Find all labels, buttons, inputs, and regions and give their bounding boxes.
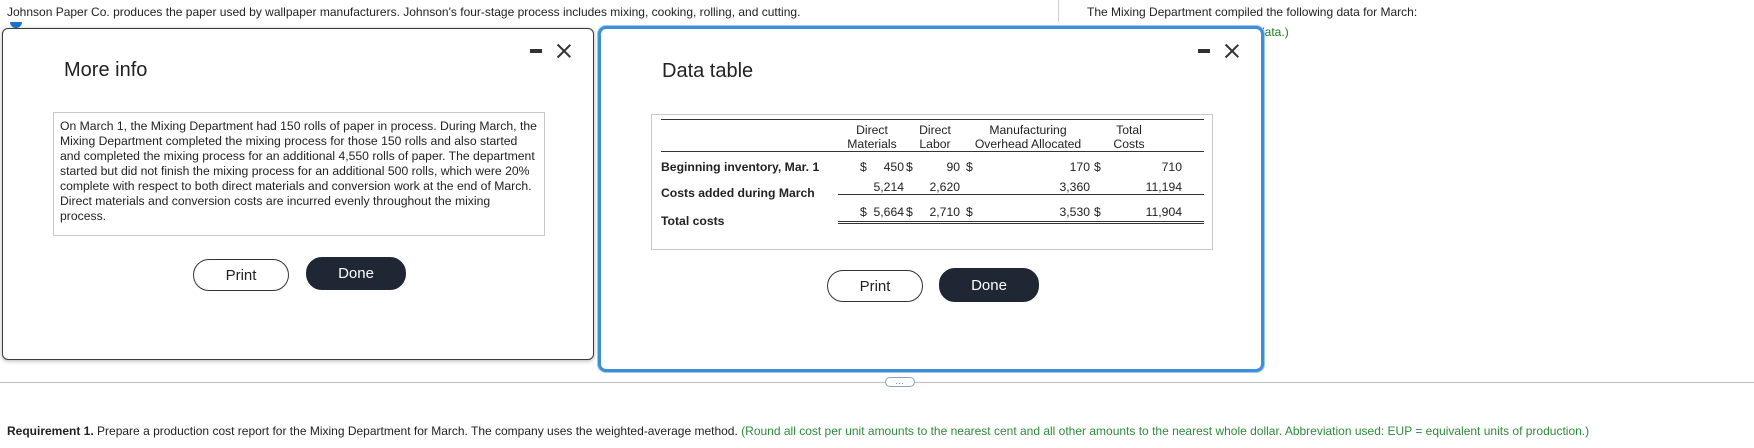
row1-moh-value: 170 xyxy=(1069,160,1090,174)
row2-dl-value: 2,620 xyxy=(929,180,961,194)
row-label-total-costs: Total costs xyxy=(661,214,725,228)
done-button[interactable]: Done xyxy=(939,268,1039,302)
print-button[interactable]: Print xyxy=(193,259,289,291)
subtotal-rule xyxy=(838,194,1204,195)
requirement-note: (Round all cost per unit amounts to the … xyxy=(741,424,1590,438)
expand-handle[interactable]: … xyxy=(885,377,915,387)
header-direct-materials-line1: Direct xyxy=(856,123,888,137)
row3-moh-value: 3,530 xyxy=(1059,205,1091,219)
data-table-window-controls xyxy=(1198,43,1240,59)
total-rule-1 xyxy=(838,221,1204,222)
more-info-window-controls xyxy=(530,43,572,59)
row3-dl-value: 2,710 xyxy=(929,205,961,219)
done-button[interactable]: Done xyxy=(306,257,406,290)
header-total-costs-line1: Total xyxy=(1116,123,1142,137)
header-total-costs-line2: Costs xyxy=(1113,137,1145,151)
row1-moh-symbol: $ xyxy=(966,160,973,174)
row1-tc-symbol: $ xyxy=(1094,160,1101,174)
column-divider xyxy=(1058,0,1059,22)
more-info-title: More info xyxy=(64,59,148,81)
row2-tc-value: 11,194 xyxy=(1145,180,1182,194)
row1-tc-value: 710 xyxy=(1161,160,1182,174)
header-direct-labor-line2: Labor xyxy=(919,137,951,151)
row1-dl-value: 90 xyxy=(946,160,960,174)
more-info-body: On March 1, the Mixing Department had 15… xyxy=(53,112,545,236)
row3-dm-value: 5,664 xyxy=(873,205,905,219)
minimize-icon[interactable] xyxy=(1198,49,1210,53)
row3-tc-value: 11,904 xyxy=(1145,205,1182,219)
print-button[interactable]: Print xyxy=(827,270,923,302)
problem-intro: Johnson Paper Co. produces the paper use… xyxy=(7,5,801,19)
requirement-label: Requirement 1. xyxy=(7,424,94,438)
table-top-rule xyxy=(661,119,1204,120)
close-icon[interactable] xyxy=(1224,43,1240,59)
row1-dm-value: 450 xyxy=(883,160,904,174)
requirement-body: Prepare a production cost report for the… xyxy=(93,424,742,438)
header-moh-line1: Manufacturing xyxy=(989,123,1067,137)
header-moh-line2: Overhead Allocated xyxy=(974,137,1082,151)
total-rule-2 xyxy=(838,223,1204,224)
data-table-dialog: Data table Direct Materials Direct Labor… xyxy=(598,26,1264,372)
row-label-costs-added: Costs added during March xyxy=(661,186,815,200)
data-table-title: Data table xyxy=(662,60,754,82)
header-direct-materials-line2: Materials xyxy=(847,137,897,151)
header-direct-labor-line1: Direct xyxy=(919,123,951,137)
mixing-data-intro: The Mixing Department compiled the follo… xyxy=(1087,5,1418,19)
cost-data-table: Direct Materials Direct Labor Manufactur… xyxy=(651,114,1213,250)
minimize-icon[interactable] xyxy=(530,49,542,53)
header-rule xyxy=(661,151,1204,152)
row2-moh-value: 3,360 xyxy=(1059,180,1091,194)
more-info-dialog: More info On March 1, the Mixing Departm… xyxy=(2,28,594,360)
row2-dm-value: 5,214 xyxy=(873,180,905,194)
section-divider xyxy=(0,382,1754,383)
row-label-beginning-inventory: Beginning inventory, Mar. 1 xyxy=(661,160,820,174)
requirement-text: Requirement 1. Prepare a production cost… xyxy=(7,424,1589,438)
row3-tc-symbol: $ xyxy=(1094,205,1101,219)
row3-moh-symbol: $ xyxy=(966,205,973,219)
close-icon[interactable] xyxy=(556,43,572,59)
